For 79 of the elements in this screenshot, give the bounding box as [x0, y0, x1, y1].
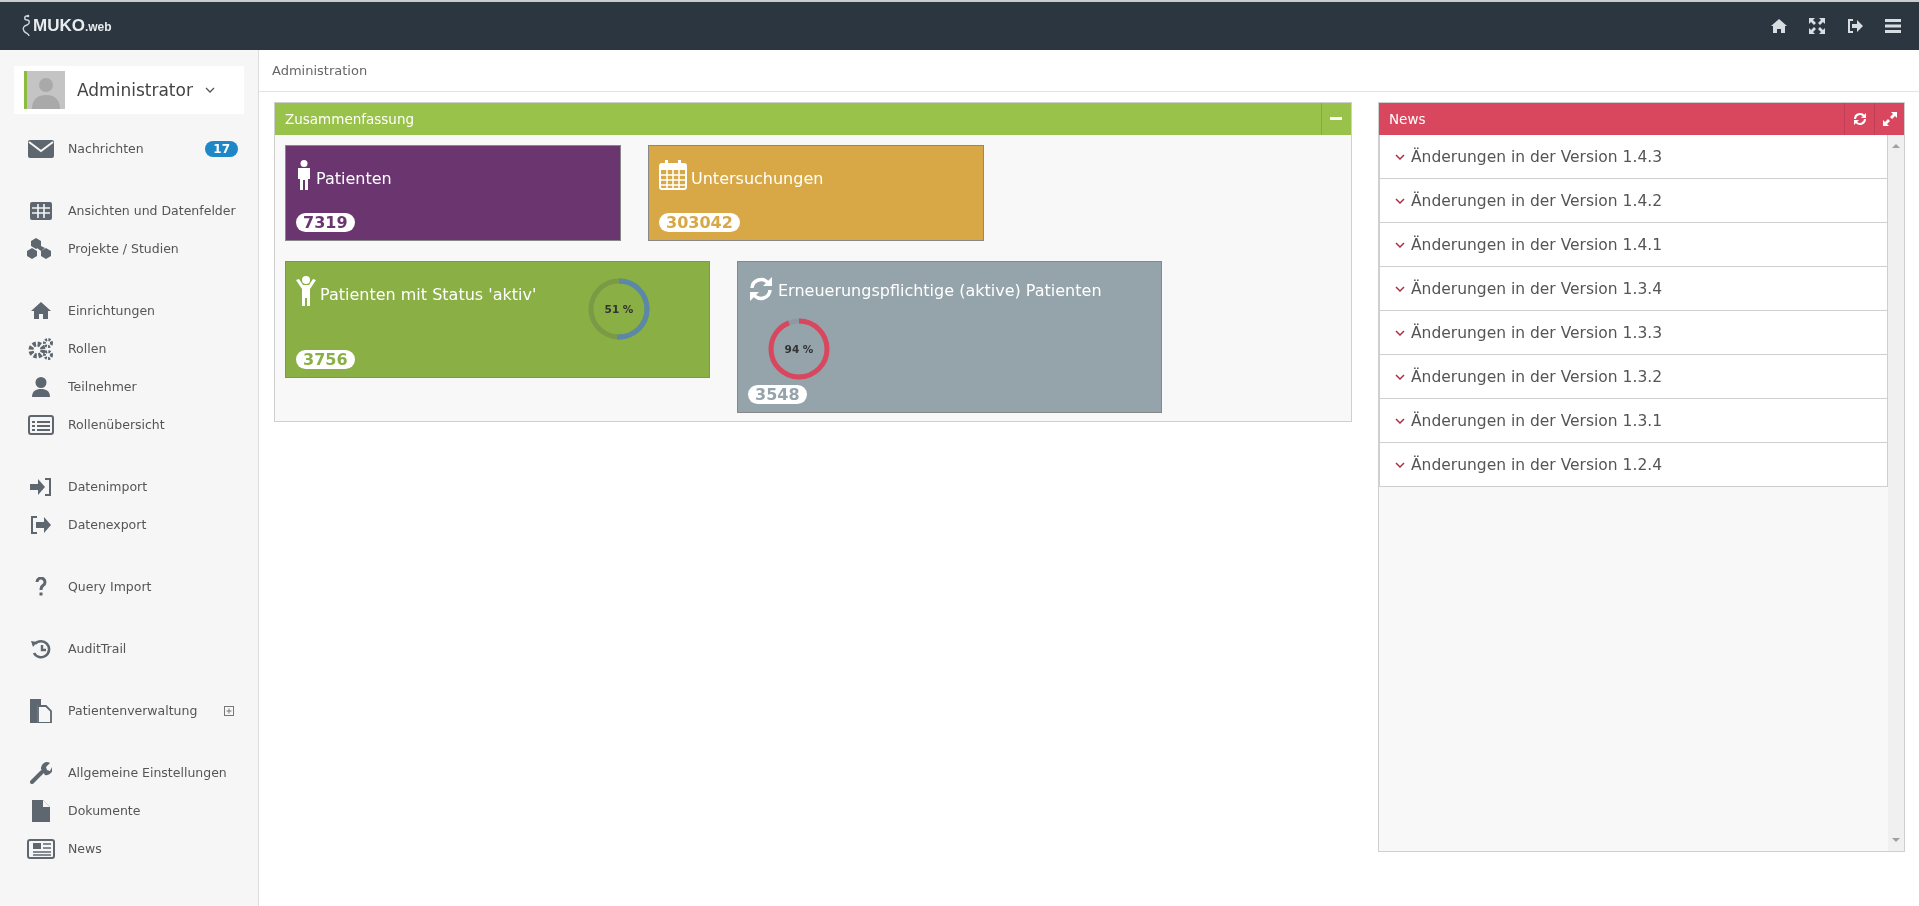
panel-title: Zusammenfassung — [284, 110, 415, 129]
tile-title: Untersuchungen — [691, 169, 824, 190]
sidebar-item[interactable]: Teilnehmer — [14, 369, 244, 404]
sidebar-item[interactable]: Query Import — [14, 569, 244, 604]
menu-icon[interactable] — [1885, 19, 1901, 33]
chevron-down-icon — [1395, 417, 1405, 424]
envelope-icon — [28, 139, 54, 158]
chevron-down-icon — [204, 87, 215, 93]
sign-out-icon — [30, 515, 52, 534]
news-item[interactable]: Änderungen in der Version 1.3.3 — [1379, 311, 1888, 355]
count-badge: 3548 — [748, 385, 807, 404]
expand-icon[interactable] — [224, 705, 234, 716]
sidebar-item[interactable]: News — [14, 831, 244, 866]
table-icon — [30, 201, 52, 220]
stat-tile[interactable]: Patienten mit Status 'aktiv' 51 % 3756 — [285, 261, 710, 378]
sidebar-item[interactable]: AuditTrail — [14, 631, 244, 666]
percent-label: 51 % — [604, 303, 634, 315]
percent-label: 94 % — [784, 343, 814, 355]
news-item[interactable]: Änderungen in der Version 1.4.1 — [1379, 223, 1888, 267]
news-item[interactable]: Änderungen in der Version 1.4.2 — [1379, 179, 1888, 223]
count-badge: 3756 — [296, 350, 355, 369]
list-icon — [28, 414, 54, 435]
refresh-icon — [748, 276, 774, 302]
sidebar-item[interactable]: Dokumente — [14, 793, 244, 828]
sidebar-item[interactable]: Datenexport — [14, 507, 244, 542]
newspaper-icon — [27, 838, 55, 859]
news-item[interactable]: Änderungen in der Version 1.2.4 — [1379, 443, 1888, 487]
expand-icon — [1882, 112, 1897, 126]
fullscreen-icon[interactable] — [1809, 18, 1825, 34]
tile-title: Patienten mit Status 'aktiv' — [320, 285, 537, 306]
user-icon — [32, 376, 50, 397]
tile-title: Patienten — [316, 169, 392, 190]
logout-icon[interactable] — [1847, 19, 1863, 33]
sidebar-item[interactable]: Rollenübersicht — [14, 407, 244, 442]
history-icon — [30, 638, 52, 659]
sidebar-item[interactable]: Allgemeine Einstellungen — [14, 755, 244, 790]
count-badge: 17 — [205, 140, 238, 157]
chevron-down-icon — [1395, 329, 1405, 336]
panel-title: News — [1388, 110, 1426, 129]
refresh-icon — [1852, 112, 1867, 126]
news-item[interactable]: Änderungen in der Version 1.3.4 — [1379, 267, 1888, 311]
sidebar-item[interactable]: Nachrichten 17 — [14, 131, 244, 166]
count-badge: 7319 — [296, 213, 355, 232]
minus-icon — [1330, 117, 1343, 121]
chevron-down-icon — [1395, 197, 1405, 204]
user-menu[interactable]: Administrator — [14, 66, 244, 114]
snake-logo-icon — [20, 14, 32, 38]
avatar-icon — [24, 71, 65, 109]
chevron-down-icon — [1395, 373, 1405, 380]
scroll-bar[interactable] — [1888, 135, 1904, 851]
child-icon — [296, 276, 316, 306]
news-item[interactable]: Änderungen in der Version 1.4.3 — [1379, 135, 1888, 179]
sidebar-item[interactable]: Rollen — [14, 331, 244, 366]
documents-icon — [30, 698, 52, 723]
home-icon — [31, 302, 51, 319]
stat-tile[interactable]: Patienten 7319 — [285, 145, 621, 241]
tile-title: Erneuerungspflichtige (aktive) Patienten — [778, 281, 1102, 302]
breadcrumb: Administration — [259, 50, 1919, 92]
sidebar-item[interactable]: Einrichtungen — [14, 293, 244, 328]
news-item[interactable]: Änderungen in der Version 1.3.1 — [1379, 399, 1888, 443]
person-icon — [296, 160, 312, 190]
news-item[interactable]: Änderungen in der Version 1.3.2 — [1379, 355, 1888, 399]
chevron-down-icon — [1395, 153, 1405, 160]
sidebar-item[interactable]: Projekte / Studien — [14, 231, 244, 266]
chevron-down-icon — [1395, 461, 1405, 468]
sign-in-icon — [30, 477, 52, 496]
wrench-icon — [30, 761, 52, 784]
stat-tile[interactable]: Erneuerungspflichtige (aktive) Patienten 94 % 3548 — [737, 261, 1162, 413]
sidebar-item[interactable]: Datenimport — [14, 469, 244, 504]
count-badge: 303042 — [659, 213, 740, 232]
calendar-icon — [659, 160, 687, 190]
chevron-down-icon — [1395, 285, 1405, 292]
sidebar-item[interactable]: Ansichten und Datenfelder — [14, 193, 244, 228]
logo-text: MUKO.web — [33, 16, 112, 36]
home-icon[interactable] — [1771, 19, 1787, 33]
file-icon — [32, 799, 50, 822]
question-icon — [35, 576, 47, 597]
sidebar-item[interactable]: Patientenverwaltung — [14, 693, 244, 728]
chevron-down-icon — [1395, 241, 1405, 248]
